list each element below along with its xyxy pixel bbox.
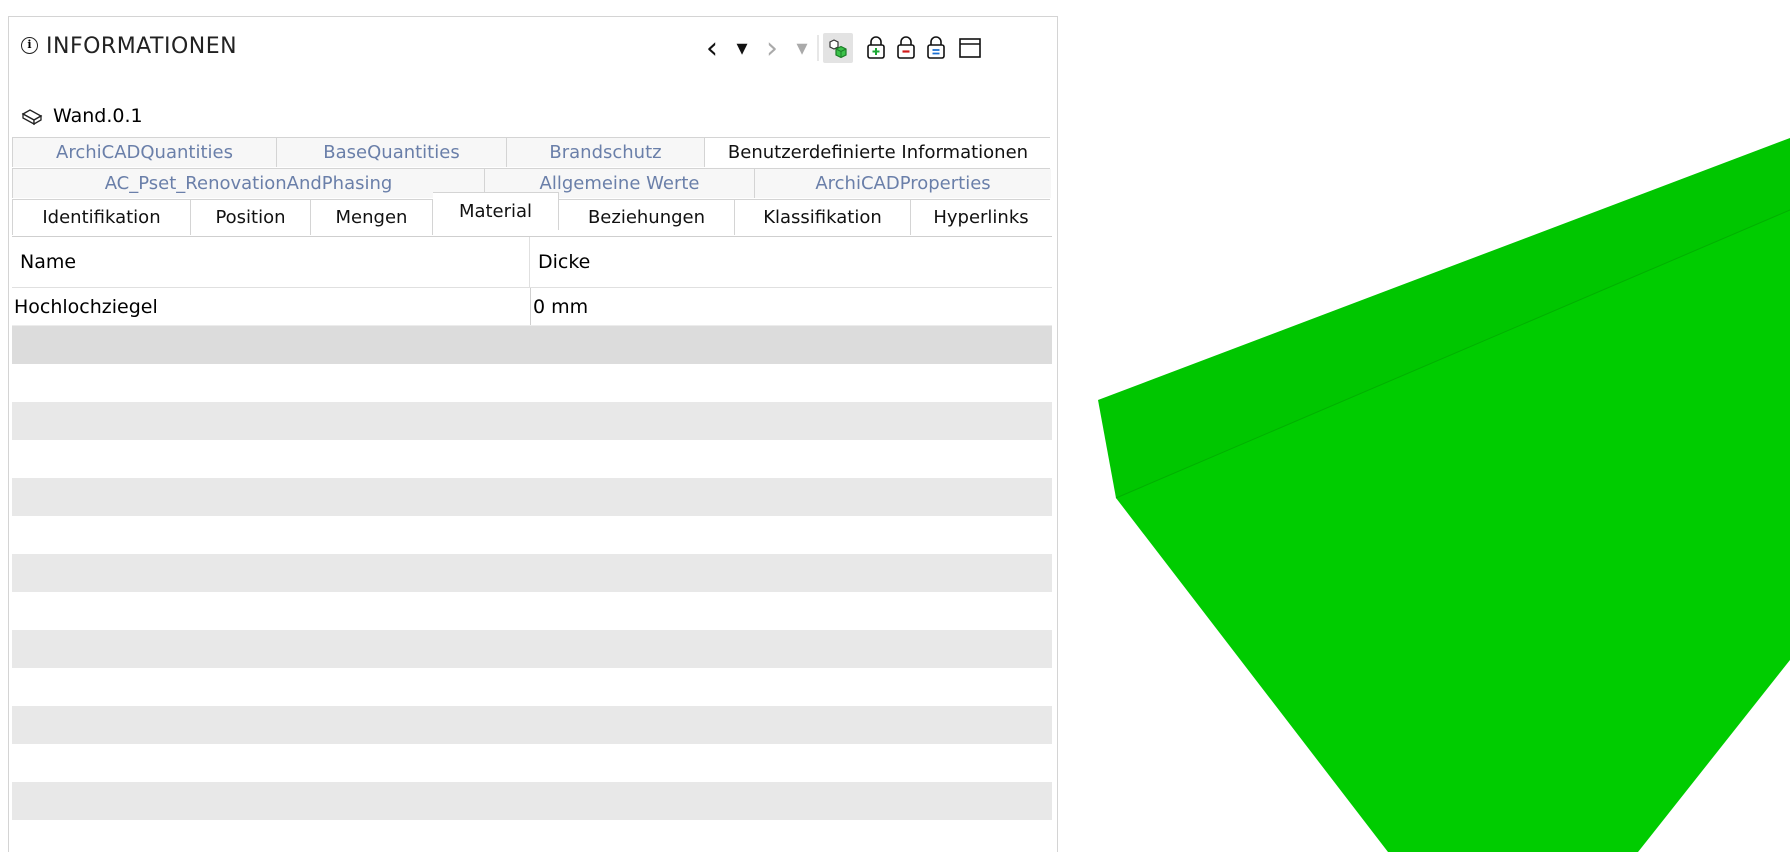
tab-archicad-quantities[interactable]: ArchiCADQuantities bbox=[13, 138, 277, 167]
tab-ac-pset-renovation[interactable]: AC_Pset_RenovationAndPhasing bbox=[13, 169, 485, 198]
add-to-selection-icon[interactable] bbox=[861, 33, 891, 63]
empty-row bbox=[12, 592, 1052, 630]
info-icon: i bbox=[21, 37, 38, 54]
tab-mengen[interactable]: Mengen bbox=[311, 200, 433, 235]
empty-row bbox=[12, 364, 1052, 402]
empty-row bbox=[12, 440, 1052, 478]
toolbar: ‹ ▾ › ▾ bbox=[697, 31, 1057, 66]
empty-row bbox=[12, 478, 1052, 516]
object-name: Wand.0.1 bbox=[53, 105, 143, 127]
empty-row bbox=[12, 326, 1052, 364]
empty-row bbox=[12, 782, 1052, 820]
wall-object-icon bbox=[21, 109, 43, 126]
empty-row bbox=[12, 554, 1052, 592]
cell-material-name[interactable]: Hochlochziegel bbox=[12, 288, 530, 325]
empty-row bbox=[12, 820, 1052, 853]
3d-viewport[interactable] bbox=[1058, 0, 1790, 852]
tab-row-1: ArchiCADQuantities BaseQuantities Brands… bbox=[12, 137, 1051, 167]
forward-menu-button[interactable]: ▾ bbox=[787, 33, 817, 63]
tab-material[interactable]: Material bbox=[433, 192, 559, 230]
tab-position[interactable]: Position bbox=[191, 200, 311, 235]
back-button[interactable]: ‹ bbox=[697, 31, 727, 66]
tab-base-quantities[interactable]: BaseQuantities bbox=[277, 138, 507, 167]
empty-row bbox=[12, 744, 1052, 782]
remove-from-selection-icon[interactable] bbox=[891, 33, 921, 63]
tab-benutzerdefinierte-informationen[interactable]: Benutzerdefinierte Informationen bbox=[705, 138, 1051, 167]
empty-row bbox=[12, 402, 1052, 440]
tab-hyperlinks[interactable]: Hyperlinks bbox=[911, 200, 1051, 235]
tab-beziehungen[interactable]: Beziehungen bbox=[559, 200, 735, 235]
table-header: Name Dicke bbox=[12, 237, 1052, 288]
material-table: Name Dicke Hochlochziegel 0 mm bbox=[12, 236, 1052, 853]
forward-button[interactable]: › bbox=[757, 31, 787, 66]
panel-title: INFORMATIONEN bbox=[46, 34, 238, 59]
link-selection-icon[interactable] bbox=[823, 33, 853, 63]
cell-material-thickness[interactable]: 0 mm bbox=[530, 288, 1052, 325]
column-header-dicke[interactable]: Dicke bbox=[530, 237, 1052, 287]
tab-archicad-properties[interactable]: ArchiCADProperties bbox=[755, 169, 1051, 198]
empty-row bbox=[12, 668, 1052, 706]
empty-row bbox=[12, 706, 1052, 744]
toolbar-separator bbox=[817, 33, 819, 63]
tab-klassifikation[interactable]: Klassifikation bbox=[735, 200, 911, 235]
tab-brandschutz[interactable]: Brandschutz bbox=[507, 138, 705, 167]
set-selection-icon[interactable] bbox=[921, 33, 951, 63]
empty-row bbox=[12, 516, 1052, 554]
tab-row-3: Identifikation Position Mengen Material … bbox=[12, 192, 1051, 235]
wall-3d-model[interactable] bbox=[1058, 0, 1790, 852]
window-layout-icon[interactable] bbox=[955, 33, 985, 63]
table-row[interactable]: Hochlochziegel 0 mm bbox=[12, 288, 1052, 326]
empty-row bbox=[12, 630, 1052, 668]
back-menu-button[interactable]: ▾ bbox=[727, 33, 757, 63]
column-header-name[interactable]: Name bbox=[12, 237, 530, 287]
tab-identifikation[interactable]: Identifikation bbox=[13, 200, 191, 235]
